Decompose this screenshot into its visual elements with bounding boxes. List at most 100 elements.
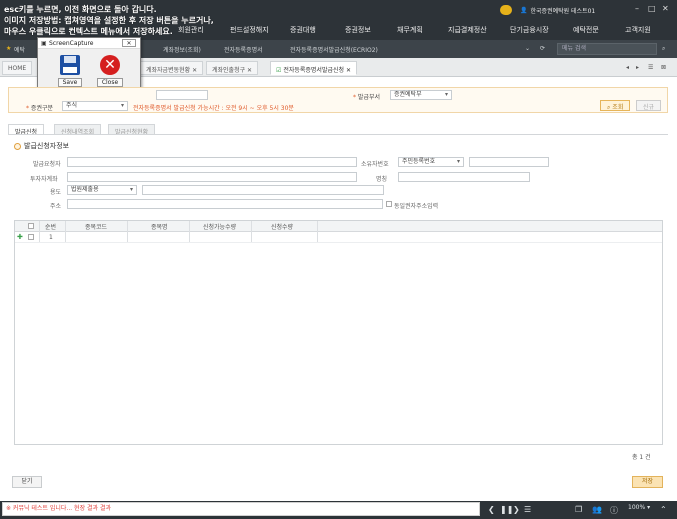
section-title: 발급신청자정보 bbox=[14, 141, 69, 151]
user-info[interactable]: 👤 한국증권예탁원 테스트01 bbox=[520, 6, 595, 15]
same-address-checkbox[interactable] bbox=[386, 201, 392, 207]
refresh-icon[interactable]: ⟳ bbox=[540, 45, 545, 52]
tab-home[interactable]: HOME bbox=[2, 61, 33, 75]
col-no: 순번 bbox=[45, 224, 57, 231]
investor-input[interactable] bbox=[67, 172, 357, 182]
address-label: 주소 bbox=[50, 203, 62, 210]
tab-label: 전자등록증명서발급신청 bbox=[283, 67, 345, 74]
holder-input[interactable] bbox=[67, 157, 357, 167]
type-select[interactable]: 주식 bbox=[62, 101, 128, 111]
close-icon[interactable]: ✕ bbox=[192, 67, 197, 74]
col-available: 신청가능수량 bbox=[203, 224, 237, 231]
prev-icon[interactable]: ❮ bbox=[488, 505, 495, 514]
menu-item[interactable]: 채무계획 bbox=[397, 25, 423, 35]
menu-item[interactable]: 증권정보 bbox=[345, 25, 371, 35]
new-button[interactable]: 신규 bbox=[636, 100, 662, 111]
grid-header bbox=[15, 221, 662, 232]
hint-line: 마우스 우클릭으로 컨텍스트 메뉴에서 저장하세요. bbox=[4, 27, 173, 36]
select-all-checkbox[interactable] bbox=[28, 223, 34, 229]
maximize-icon[interactable]: □ bbox=[648, 4, 656, 13]
owner-no-input[interactable] bbox=[469, 157, 549, 167]
floppy-icon bbox=[60, 55, 80, 75]
col-code: 종목코드 bbox=[85, 224, 108, 231]
address-input[interactable] bbox=[67, 199, 383, 209]
check-icon: ☑ bbox=[276, 67, 282, 74]
chevron-left-icon[interactable]: ◂ bbox=[626, 64, 629, 71]
copy-icon[interactable]: ❐ bbox=[575, 505, 582, 514]
menu-item[interactable]: 지급결제정산 bbox=[448, 25, 487, 35]
close-icon[interactable]: ✕ bbox=[247, 67, 252, 74]
tab-account-change[interactable]: 계좌자금변동현황 ✕ bbox=[140, 61, 204, 75]
record-count: 총 1 건 bbox=[632, 454, 651, 461]
menu-item[interactable]: 증권대행 bbox=[290, 25, 316, 35]
menu-item[interactable]: 고객지원 bbox=[625, 25, 651, 35]
menu-search-input[interactable]: 메뉴 검색 bbox=[557, 43, 657, 55]
purpose-input[interactable] bbox=[142, 185, 384, 195]
tab-label: 계좌자금변동현황 bbox=[146, 67, 191, 74]
col-name: 종목명 bbox=[151, 224, 168, 231]
close-all-icon[interactable]: ⊠ bbox=[661, 64, 666, 71]
minimize-icon[interactable]: – bbox=[635, 4, 639, 13]
table-row[interactable]: ✚ 1 bbox=[15, 232, 662, 243]
help-icon[interactable]: ⓘ bbox=[610, 505, 618, 516]
tab-label: 계좌인출청구 bbox=[212, 67, 246, 74]
search-button-label: 조회 bbox=[612, 104, 624, 111]
capture-close-icon[interactable]: ✕ bbox=[122, 39, 136, 47]
chevron-down-icon[interactable]: ⌄ bbox=[525, 45, 530, 52]
menu-item[interactable]: 단기금융시장 bbox=[510, 25, 549, 35]
chevron-up-icon[interactable]: ⌃ bbox=[660, 505, 667, 514]
purpose-label: 용도 bbox=[50, 189, 62, 196]
row-checkbox[interactable] bbox=[28, 234, 34, 240]
close-icon[interactable]: ✕ bbox=[662, 4, 669, 13]
hint-line: esc키를 누르면, 이전 화면으로 돌아 갑니다. bbox=[4, 5, 157, 14]
save-button[interactable]: 저장 bbox=[632, 476, 663, 488]
notification-icon[interactable] bbox=[500, 5, 512, 15]
owner-no-label: 소유자번호 bbox=[361, 161, 389, 168]
users-icon[interactable]: 👥 bbox=[592, 505, 602, 514]
purpose-select[interactable]: 법원제출용 bbox=[67, 185, 137, 195]
issuer-select[interactable]: 증권예탁부 bbox=[390, 90, 452, 100]
menu-item[interactable]: 펀드설정해지 bbox=[230, 25, 269, 35]
tab-certificate[interactable]: ☑ 전자등록증명서발급신청 ✕ bbox=[270, 61, 357, 75]
user-name: 한국증권예탁원 테스트01 bbox=[530, 8, 596, 15]
list-icon[interactable]: ☰ bbox=[524, 505, 531, 514]
breadcrumb-item[interactable]: 예탁 bbox=[14, 45, 25, 54]
app-icon: ▣ bbox=[41, 40, 47, 47]
date-input[interactable] bbox=[156, 90, 208, 100]
zoom-value: 100% bbox=[628, 504, 646, 511]
close-button[interactable]: 닫기 bbox=[12, 476, 42, 488]
menu-item[interactable]: 예탁전문 bbox=[573, 25, 599, 35]
search-icon[interactable]: ⌕ bbox=[662, 45, 665, 53]
breadcrumb-item[interactable]: 계좌정보(조회) bbox=[163, 45, 201, 54]
zoom-level[interactable]: 100% ▾ bbox=[628, 504, 650, 511]
type-label-text: 증권구분 bbox=[30, 105, 54, 112]
owner-no-select[interactable]: 주민등록번호 bbox=[398, 157, 464, 167]
owner-name-label: 명칭 bbox=[376, 176, 388, 183]
close-label: Close bbox=[96, 78, 124, 87]
close-circle-icon: ✕ bbox=[100, 55, 120, 75]
capture-hint: esc키를 누르면, 이전 화면으로 돌아 갑니다. 이미지 저장방법: 캡쳐영… bbox=[4, 4, 214, 37]
chevron-right-icon[interactable]: ▸ bbox=[636, 64, 639, 71]
breadcrumb-item[interactable]: 전자등록증명서발급신청(ECRIO2) bbox=[290, 45, 378, 54]
pause-icon[interactable]: ❚❚ bbox=[500, 505, 513, 514]
next-icon[interactable]: ❯ bbox=[513, 505, 520, 514]
search-icon: ⌕ bbox=[607, 104, 611, 111]
owner-name-input[interactable] bbox=[398, 172, 530, 182]
same-address-label: 동일권자주소입력 bbox=[394, 203, 439, 210]
type-label: * 증권구분 bbox=[26, 105, 54, 112]
issuer-label-text: 발급부서 bbox=[357, 94, 381, 101]
search-button[interactable]: ⌕ 조회 bbox=[600, 100, 631, 111]
user-icon: 👤 bbox=[520, 7, 528, 14]
tab-withdraw[interactable]: 계좌인출청구 ✕ bbox=[206, 61, 259, 75]
col-quantity: 신청수량 bbox=[271, 224, 294, 231]
close-icon[interactable]: ✕ bbox=[346, 67, 351, 74]
investor-label: 투자자계좌 bbox=[30, 176, 58, 183]
add-row-icon[interactable]: ✚ bbox=[17, 233, 23, 241]
notice-text: 전자등록증명서 발급신청 가능시간 : 오전 9시 ~ 오후 5시 30분 bbox=[133, 105, 294, 112]
save-label: Save bbox=[57, 78, 83, 87]
favorite-icon[interactable]: ★ bbox=[6, 45, 11, 52]
breadcrumb-item[interactable]: 전자등록증명서 bbox=[224, 45, 263, 54]
section-title-text: 발급신청자정보 bbox=[24, 142, 70, 150]
row-no: 1 bbox=[49, 234, 53, 241]
list-icon[interactable]: ☰ bbox=[648, 64, 653, 71]
